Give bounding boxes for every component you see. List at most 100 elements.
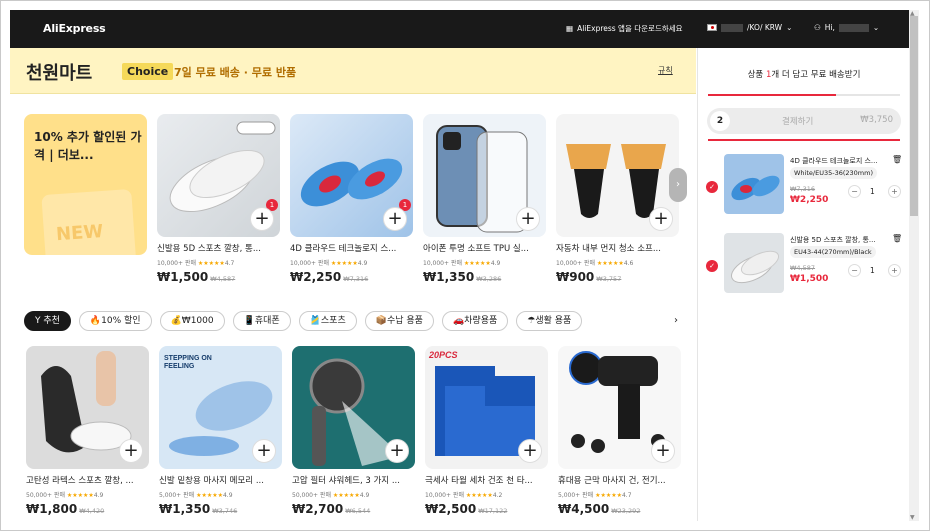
product-card[interactable]: + 자동차 내부 먼지 청소 소프... 10,000+ 판매 ★★★★★4.6… <box>556 114 679 284</box>
add-to-cart-button[interactable]: + <box>518 439 542 463</box>
svg-text:STEPPING ON: STEPPING ON <box>164 355 212 362</box>
product-image-latex-insole: + <box>26 346 149 469</box>
product-card[interactable]: + 아이폰 투명 소프트 TPU 실... 10,000+ 판매 ★★★★★4.… <box>423 114 546 284</box>
app-download-link[interactable]: ▦ AliExpress 앱을 다운로드하세요 <box>566 23 683 34</box>
product-title[interactable]: 고압 필터 샤워헤드, 3 가지 ... <box>292 474 410 486</box>
add-to-cart-button[interactable]: + <box>649 207 673 231</box>
quantity-value[interactable]: 1 <box>870 266 875 275</box>
product-meta: 10,000+ 판매 ★★★★★4.9 <box>290 260 368 267</box>
product-price: ₩1,500 ₩4,587 <box>157 270 236 284</box>
product-image-towel: 20PCS + <box>425 346 548 469</box>
top-bar: AliExpress ▦ AliExpress 앱을 다운로드하세요 /KO/ … <box>10 10 910 48</box>
locale-selector[interactable]: /KO/ KRW ⌄ <box>707 23 792 32</box>
add-to-cart-button[interactable]: + <box>651 439 675 463</box>
add-to-cart-button[interactable]: + <box>119 439 143 463</box>
tab-1000-won[interactable]: 💰₩1000 <box>159 311 225 331</box>
product-title[interactable]: 휴대용 근막 마사지 건, 전기... <box>558 474 676 486</box>
product-card[interactable]: 1 + 4D 클라우드 테크놀로지 스... 10,000+ 판매 ★★★★★4… <box>290 114 413 284</box>
tab-recommended[interactable]: Y 추천 <box>24 311 71 331</box>
product-image-phone-case: + <box>423 114 546 237</box>
product-image-massage-gun: + <box>558 346 681 469</box>
product-title[interactable]: 아이폰 투명 소프트 TPU 실... <box>423 242 541 254</box>
cart-item-image[interactable] <box>724 154 784 214</box>
product-title[interactable]: 고탄성 라텍스 스포츠 깔창, ... <box>26 474 144 486</box>
aliexpress-logo[interactable]: AliExpress <box>43 22 106 35</box>
cart-item-title[interactable]: 신발용 5D 스포츠 깔창, 통... <box>790 235 885 245</box>
promo-card[interactable]: 10% 추가 할인된 가격 | 더보... NEW <box>24 114 147 255</box>
rating-stars-icon: ★★★★★ <box>197 260 225 267</box>
chevron-down-icon: ⌄ <box>872 23 880 32</box>
quantity-value[interactable]: 1 <box>870 187 875 196</box>
insole-thumbnail <box>731 250 780 284</box>
product-card[interactable]: + 고압 필터 샤워헤드, 3 가지 ... 50,000+ 판매 ★★★★★4… <box>292 346 415 516</box>
cart-item-title[interactable]: 4D 클라우드 테크놀로지 스... <box>790 156 885 166</box>
product-title[interactable]: 4D 클라우드 테크놀로지 스... <box>290 242 408 254</box>
user-menu[interactable]: ⚇ Hi, ⌄ <box>814 23 879 32</box>
add-to-cart-button[interactable]: + <box>250 207 274 231</box>
quantity-increase-button[interactable]: + <box>888 185 901 198</box>
cart-sidebar: 상품 1개 더 담고 무료 배송받기 2 결제하기 ₩3,750 ✓ 4D 클라… <box>697 48 909 521</box>
product-price: ₩1,350 ₩3,286 <box>423 270 502 284</box>
scroll-down-icon[interactable]: ▼ <box>910 514 915 521</box>
tab-sports[interactable]: 🎽스포츠 <box>298 311 357 331</box>
tab-living[interactable]: ☂생활 용품 <box>516 311 583 331</box>
trash-icon[interactable]: 🗑 <box>892 155 902 164</box>
cart-item-count: 2 <box>710 111 730 131</box>
checkout-button[interactable]: 2 결제하기 ₩3,750 <box>707 108 901 134</box>
tab-10-percent[interactable]: 🔥10% 할인 <box>78 311 152 331</box>
product-card[interactable]: + 휴대용 근막 마사지 건, 전기... 5,000+ 판매 ★★★★★4.7… <box>558 346 681 516</box>
product-card[interactable]: 20PCS + 극세사 타월 세차 건조 천 타... 10,000+ 판매 ★… <box>425 346 548 516</box>
product-title[interactable]: 신발용 5D 스포츠 깔창, 통... <box>157 242 275 254</box>
qr-icon: ▦ <box>566 24 574 33</box>
cart-item-sku[interactable]: EU43-44(270mm)/Black <box>790 246 876 258</box>
tab-car[interactable]: 🚗차량용품 <box>441 311 509 331</box>
redacted-country <box>721 23 743 32</box>
quantity-decrease-button[interactable]: − <box>848 185 861 198</box>
product-title[interactable]: 극세사 타월 세차 건조 천 타... <box>425 474 543 486</box>
rating-stars-icon: ★★★★★ <box>463 260 491 267</box>
product-image-massage-insole: STEPPING ON FEELING + <box>159 346 282 469</box>
item-checkbox[interactable]: ✓ <box>706 181 718 193</box>
product-image-insole: 1 + <box>157 114 280 237</box>
page-scrollbar[interactable]: ▲ ▼ <box>909 10 919 521</box>
add-to-cart-button[interactable]: + <box>385 439 409 463</box>
rating-stars-icon: ★★★★★ <box>66 492 94 499</box>
scrollbar-thumb[interactable] <box>910 16 918 216</box>
product-meta: 5,000+ 판매 ★★★★★4.7 <box>558 492 632 499</box>
product-title[interactable]: 자동차 내부 먼지 청소 소프... <box>556 242 674 254</box>
add-to-cart-button[interactable]: + <box>383 207 407 231</box>
item-checkbox[interactable]: ✓ <box>706 260 718 272</box>
product-card[interactable]: 1 + 신발용 5D 스포츠 깔창, 통... 10,000+ 판매 ★★★★★… <box>157 114 280 284</box>
product-card[interactable]: STEPPING ON FEELING + 신발 밑창용 마사지 메모리 ... … <box>159 346 282 516</box>
product-image-showerhead: + <box>292 346 415 469</box>
cart-item-image[interactable] <box>724 233 784 293</box>
trash-icon[interactable]: 🗑 <box>892 234 902 243</box>
user-icon: ⚇ <box>814 23 821 32</box>
product-price: ₩2,250 ₩7,316 <box>290 270 369 284</box>
product-price: ₩2,500 ₩17,122 <box>425 502 508 516</box>
product-meta: 50,000+ 판매 ★★★★★4.9 <box>26 492 104 499</box>
product-meta: 5,000+ 판매 ★★★★★4.9 <box>159 492 233 499</box>
product-meta: 10,000+ 판매 ★★★★★4.6 <box>556 260 634 267</box>
quantity-increase-button[interactable]: + <box>888 264 901 277</box>
cart-item-sku[interactable]: White/EU35-36(230mm) <box>790 167 877 179</box>
page-title: 천원마트 <box>26 63 93 84</box>
banner-subtitle: 7일 무료 배송 · 무료 반품 <box>174 66 297 79</box>
quantity-decrease-button[interactable]: − <box>848 264 861 277</box>
add-to-cart-button[interactable]: + <box>252 439 276 463</box>
carousel-next-button[interactable]: › <box>669 168 687 202</box>
rating-stars-icon: ★★★★★ <box>196 492 223 499</box>
tabs-next-icon[interactable]: › <box>674 315 678 326</box>
product-price: ₩900 ₩3,757 <box>556 270 622 284</box>
add-to-cart-button[interactable]: + <box>516 207 540 231</box>
cart-item-price: ₩1,500 <box>790 274 829 284</box>
cart-item-old-price: ₩4,587 <box>790 264 816 272</box>
cart-item: ✓ 신발용 5D 스포츠 깔창, 통... 🗑 EU43-44(270mm)/B… <box>706 233 902 307</box>
rules-link[interactable]: 규칙 <box>658 65 673 76</box>
tab-phone[interactable]: 📱휴대폰 <box>232 311 291 331</box>
tab-storage[interactable]: 📦수납 용품 <box>364 311 434 331</box>
product-price: ₩4,500 ₩23,292 <box>558 502 641 516</box>
product-card[interactable]: + 고탄성 라텍스 스포츠 깔창, ... 50,000+ 판매 ★★★★★4.… <box>26 346 149 516</box>
product-title[interactable]: 신발 밑창용 마사지 메모리 ... <box>159 474 277 486</box>
product-meta: 50,000+ 판매 ★★★★★4.9 <box>292 492 370 499</box>
